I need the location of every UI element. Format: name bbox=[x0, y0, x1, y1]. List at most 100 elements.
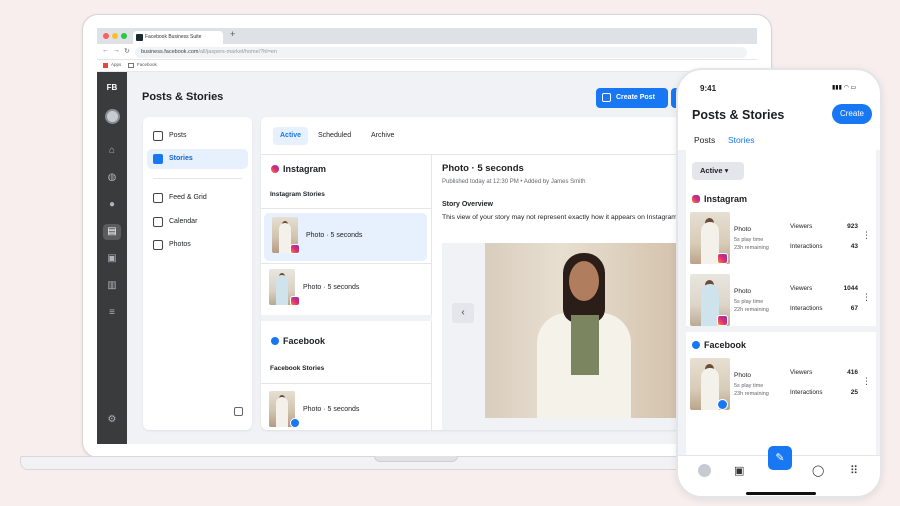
phone-story-row[interactable]: Photo 5s play time 23h remaining Viewers… bbox=[686, 356, 876, 416]
settings-gear-icon[interactable]: ⚙ bbox=[97, 414, 127, 425]
phone-more-grid-icon[interactable]: ⠿ bbox=[850, 464, 858, 477]
phone-instagram-title: Instagram bbox=[692, 194, 747, 204]
chat-icon[interactable]: ● bbox=[97, 199, 127, 210]
phone-compose-button[interactable]: ✎ bbox=[768, 446, 792, 470]
phone-facebook-title: Facebook bbox=[692, 340, 746, 350]
tab-title: Facebook Business Suite bbox=[145, 34, 202, 40]
phone-page-title: Posts & Stories bbox=[692, 108, 785, 122]
collapse-sidebar-icon[interactable] bbox=[234, 407, 243, 416]
posts-icon bbox=[153, 131, 163, 141]
instagram-stories-heading: Instagram Stories bbox=[270, 191, 325, 198]
menu-icon[interactable]: ≡ bbox=[97, 307, 127, 318]
tab-active[interactable]: Active bbox=[273, 127, 309, 145]
interactions-label: Interactions bbox=[790, 305, 823, 312]
bookmark-facebook[interactable]: Facebook bbox=[137, 62, 157, 67]
bookmark-apps[interactable]: Apps bbox=[111, 62, 121, 67]
account-avatar[interactable] bbox=[105, 109, 120, 124]
phone-chat-icon[interactable]: ◯ bbox=[812, 464, 824, 477]
back-icon[interactable]: ← bbox=[102, 47, 109, 54]
page-title: Posts & Stories bbox=[142, 91, 224, 103]
interactions-value: 67 bbox=[850, 305, 858, 312]
more-options-icon[interactable]: ⋮ bbox=[862, 292, 871, 303]
new-tab-button[interactable]: + bbox=[230, 29, 235, 39]
story-photo bbox=[485, 243, 676, 418]
interactions-value: 25 bbox=[850, 389, 858, 396]
phone-story-row[interactable]: Photo 5s play time 22h remaining Viewers… bbox=[686, 272, 876, 332]
interactions-label: Interactions bbox=[790, 389, 823, 396]
preview-meta: Published today at 12:30 PM • Added by J… bbox=[442, 179, 586, 185]
create-post-button[interactable]: Create Post bbox=[596, 88, 668, 108]
forward-icon[interactable]: → bbox=[113, 47, 120, 54]
story-row-selected[interactable]: Photo · 5 seconds bbox=[264, 213, 427, 261]
close-window-dot[interactable] bbox=[103, 33, 109, 39]
list-divider bbox=[261, 263, 432, 264]
row-type: Photo bbox=[734, 372, 751, 379]
interactions-value: 43 bbox=[850, 243, 858, 250]
row-play-time: 5s play time bbox=[734, 299, 764, 305]
compose-icon bbox=[602, 93, 611, 102]
sidebar-item-calendar[interactable]: Calendar bbox=[143, 212, 252, 232]
instagram-section-title: Instagram bbox=[271, 164, 326, 174]
address-bar-row: ← → ↻ business.facebook.com/all/jaspers-… bbox=[97, 44, 757, 60]
bookmarks-bar: Apps Facebook bbox=[97, 60, 757, 72]
compose-icon: ✎ bbox=[775, 452, 785, 464]
viewers-label: Viewers bbox=[790, 285, 813, 292]
sidebar-item-feed-grid[interactable]: Feed & Grid bbox=[143, 188, 252, 208]
phone-home-indicator bbox=[746, 492, 816, 495]
sidebar-item-label: Posts bbox=[169, 132, 187, 139]
facebook-stories-heading: Facebook Stories bbox=[270, 365, 325, 372]
more-options-icon[interactable]: ⋮ bbox=[862, 230, 871, 241]
media-icon[interactable]: ▣ bbox=[97, 253, 127, 264]
row-remaining: 22h remaining bbox=[734, 307, 769, 313]
sidebar-item-photos[interactable]: Photos bbox=[143, 235, 252, 255]
phone-media-icon[interactable]: ▣ bbox=[734, 464, 744, 477]
row-type: Photo bbox=[734, 226, 751, 233]
facebook-icon bbox=[692, 341, 700, 349]
phone-filter-dropdown[interactable]: Active ▾ bbox=[692, 162, 744, 180]
reload-icon[interactable]: ↻ bbox=[124, 47, 130, 55]
sidebar-item-posts[interactable]: Posts bbox=[143, 126, 252, 146]
phone-time: 9:41 bbox=[700, 84, 717, 93]
viewers-label: Viewers bbox=[790, 223, 813, 230]
maximize-window-dot[interactable] bbox=[121, 33, 127, 39]
home-icon[interactable]: ⌂ bbox=[97, 145, 127, 156]
insights-icon[interactable]: ▥ bbox=[97, 280, 127, 291]
chevron-down-icon: ▾ bbox=[724, 166, 729, 175]
viewers-value: 416 bbox=[847, 369, 858, 376]
facebook-badge-icon bbox=[290, 418, 300, 428]
more-options-icon[interactable]: ⋮ bbox=[862, 376, 871, 387]
tab-archive[interactable]: Archive bbox=[364, 127, 401, 145]
tab-scheduled[interactable]: Scheduled bbox=[311, 127, 358, 145]
globe-icon[interactable]: ◍ bbox=[97, 172, 127, 183]
instagram-title-text: Instagram bbox=[283, 164, 327, 174]
previous-arrow-button[interactable]: ‹ bbox=[452, 303, 474, 323]
instagram-text: Instagram bbox=[704, 194, 748, 204]
posts-rail-icon[interactable]: ▤ bbox=[97, 226, 127, 237]
interactions-label: Interactions bbox=[790, 243, 823, 250]
photo-top bbox=[571, 315, 599, 375]
stories-icon bbox=[153, 154, 163, 164]
facebook-badge-icon bbox=[717, 399, 728, 410]
fb-logo[interactable]: FB bbox=[97, 83, 127, 92]
row-play-time: 5s play time bbox=[734, 383, 764, 389]
story-overview-heading: Story Overview bbox=[442, 201, 493, 208]
laptop-notch bbox=[374, 456, 458, 462]
folder-icon bbox=[128, 63, 134, 68]
phone-story-row[interactable]: Photo 5s play time 23h remaining Viewers… bbox=[686, 210, 876, 270]
phone-tab-posts[interactable]: Posts bbox=[694, 135, 715, 145]
instagram-badge-icon bbox=[717, 315, 728, 326]
instagram-icon bbox=[692, 195, 700, 203]
phone-avatar-icon[interactable] bbox=[698, 464, 711, 477]
minimize-window-dot[interactable] bbox=[112, 33, 118, 39]
calendar-icon bbox=[153, 217, 163, 227]
story-row[interactable]: Photo · 5 seconds bbox=[261, 387, 432, 430]
browser-tab[interactable]: Facebook Business Suite bbox=[133, 31, 223, 44]
story-row[interactable]: Photo · 5 seconds bbox=[261, 265, 432, 313]
sidebar-item-stories[interactable]: Stories bbox=[147, 149, 248, 169]
sidebar-item-label: Photos bbox=[169, 241, 191, 248]
url-host: business.facebook.com bbox=[141, 49, 199, 55]
viewers-value: 1044 bbox=[843, 285, 858, 292]
sidebar-item-label: Stories bbox=[169, 155, 193, 162]
url-input[interactable]: business.facebook.com/all/jaspers-market… bbox=[135, 47, 747, 58]
phone-create-button[interactable]: Create bbox=[832, 104, 872, 124]
